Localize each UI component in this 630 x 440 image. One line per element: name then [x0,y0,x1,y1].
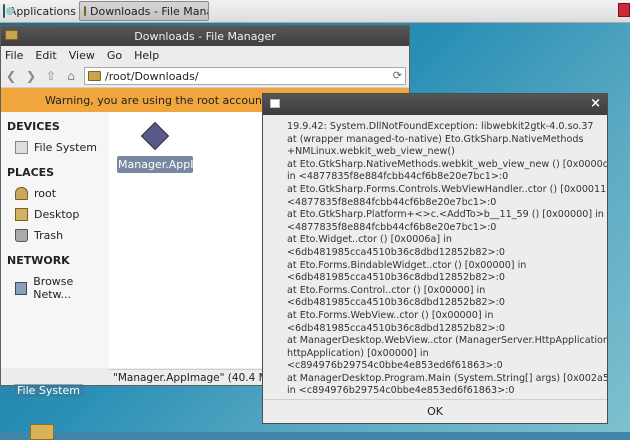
exception-line: at (wrapper managed-to-native) Eto.GtkSh… [287,133,584,145]
network-heading: NETWORK [7,254,70,267]
sidebar-item-label: root [34,187,57,200]
location-path: /root/Downloads/ [105,69,199,83]
sidebar-item-label: Browse Netw... [33,275,74,301]
devices-heading: DEVICES [7,120,60,133]
applications-menu-button[interactable]: Applications [0,0,76,22]
exception-line: +NMLinux.webkit_web_view_new() [287,146,455,158]
file-name: Manager.AppImage [117,156,225,173]
places-heading: PLACES [7,166,55,179]
exception-line: at Eto.Forms.Control..ctor () [0x00000] … [287,284,486,296]
home-folder-icon [15,187,28,200]
exception-line: 19.9.42: System.DllNotFoundException: li… [287,121,594,132]
desktop-icon-file-system-label[interactable]: File System [14,384,83,397]
sidebar: DEVICES File System PLACES root Desktop … [1,112,110,368]
drive-icon [15,141,28,154]
exception-line: <6db481985cca4510b36c8dbd12852b82>:0 [287,297,505,309]
back-arrow-icon[interactable]: ❮ [4,69,18,83]
desktop-folder-icon[interactable] [30,424,54,440]
menu-bar: File Edit View Go Help [1,46,409,65]
location-bar: ❮ ❯ ⇧ ⌂ /root/Downloads/ ⟳ [1,65,409,88]
trash-icon [15,229,28,242]
exception-line: at ManagerDesktop.WebView..ctor (Manager… [287,335,608,347]
exception-line: at Eto.Widget..ctor () [0x0006a] in [287,234,452,246]
sidebar-item-label: Trash [34,229,64,242]
forward-arrow-icon[interactable]: ❯ [24,69,38,83]
menu-go[interactable]: Go [107,49,122,62]
applications-label: Applications [8,4,76,18]
network-icon [15,281,28,295]
exception-line: <6db481985cca4510b36c8dbd12852b82>:0 [287,272,505,284]
close-icon[interactable]: × [590,96,601,111]
exception-line: <4877835f8e884fcbb44cf6b8e20e7bc1>:0 [287,196,497,208]
taskbar-button-label: Downloads - File Mana... [90,4,208,18]
reload-icon[interactable]: ⟳ [393,69,402,82]
sidebar-item-file-system[interactable]: File System [1,137,109,158]
sidebar-item-desktop[interactable]: Desktop [1,204,109,225]
menu-file[interactable]: File [5,49,23,62]
exception-line: at Eto.GtkSharp.Forms.Controls.WebViewHa… [287,183,608,195]
exception-line: at Eto.Forms.WebView..ctor () [0x00000] … [287,309,494,321]
file-item-appimage[interactable]: Manager.AppImage [117,120,225,173]
menu-edit[interactable]: Edit [35,49,56,62]
exception-line: in <c894976b29754c0bbe4e853ed6f61863>:0 [287,385,515,397]
exception-line: at Eto.GtkSharp.NativeMethods.webkit_web… [287,158,608,170]
sidebar-item-label: File System [34,141,97,154]
exception-line: at Eto.GtkSharp.Platform+<>c.<AddTo>b__1… [287,209,604,221]
exception-text: 19.9.42: System.DllNotFoundException: li… [287,121,608,398]
sidebar-item-browse-network[interactable]: Browse Netw... [1,271,109,305]
dialog-titlebar[interactable]: × [263,94,607,115]
top-panel: Applications Downloads - File Mana... [0,0,630,23]
sidebar-item-trash[interactable]: Trash [1,225,109,246]
location-field[interactable]: /root/Downloads/ ⟳ [84,67,406,85]
dialog-window-icon [270,99,280,108]
location-folder-icon [88,71,101,81]
exception-line: at Eto.Forms.BindableWidget..ctor () [0x… [287,259,527,271]
exception-line: <c894976b29754c0bbe4e853ed6f61863>:0 [287,360,503,372]
home-icon[interactable]: ⌂ [64,69,78,83]
folder-icon [84,6,86,16]
ok-button[interactable]: OK [263,400,607,423]
exception-line: <4877835f8e884fcbb44cf6b8e20e7bc1>:0 [287,221,497,233]
menu-view[interactable]: View [69,49,95,62]
sidebar-item-label: Desktop [34,208,80,221]
sidebar-item-root[interactable]: root [1,183,109,204]
exception-line: httpApplication) [0x00000] in [287,347,429,359]
taskbar-button-file-manager[interactable]: Downloads - File Mana... [79,1,209,21]
exception-line: <6db481985cca4510b36c8dbd12852b82>:0 [287,246,505,258]
window-folder-icon [5,30,18,40]
error-dialog: × 19.9.42: System.DllNotFoundException: … [262,93,608,424]
exception-line: <6db481985cca4510b36c8dbd12852b82>:0 [287,322,505,334]
window-title: Downloads - File Manager [134,29,276,43]
desktop-folder-icon [15,208,28,221]
exception-line: in <4877835f8e884fcbb44cf6b8e20e7bc1>:0 [287,171,509,183]
appimage-icon [140,121,170,151]
up-arrow-icon[interactable]: ⇧ [44,69,58,83]
panel-plugin-icon[interactable] [618,3,630,17]
exception-line: at ManagerDesktop.Program.Main (System.S… [287,372,608,384]
menu-help[interactable]: Help [134,49,159,62]
xfce-logo-icon [3,4,13,18]
window-titlebar[interactable]: Downloads - File Manager [1,26,409,46]
